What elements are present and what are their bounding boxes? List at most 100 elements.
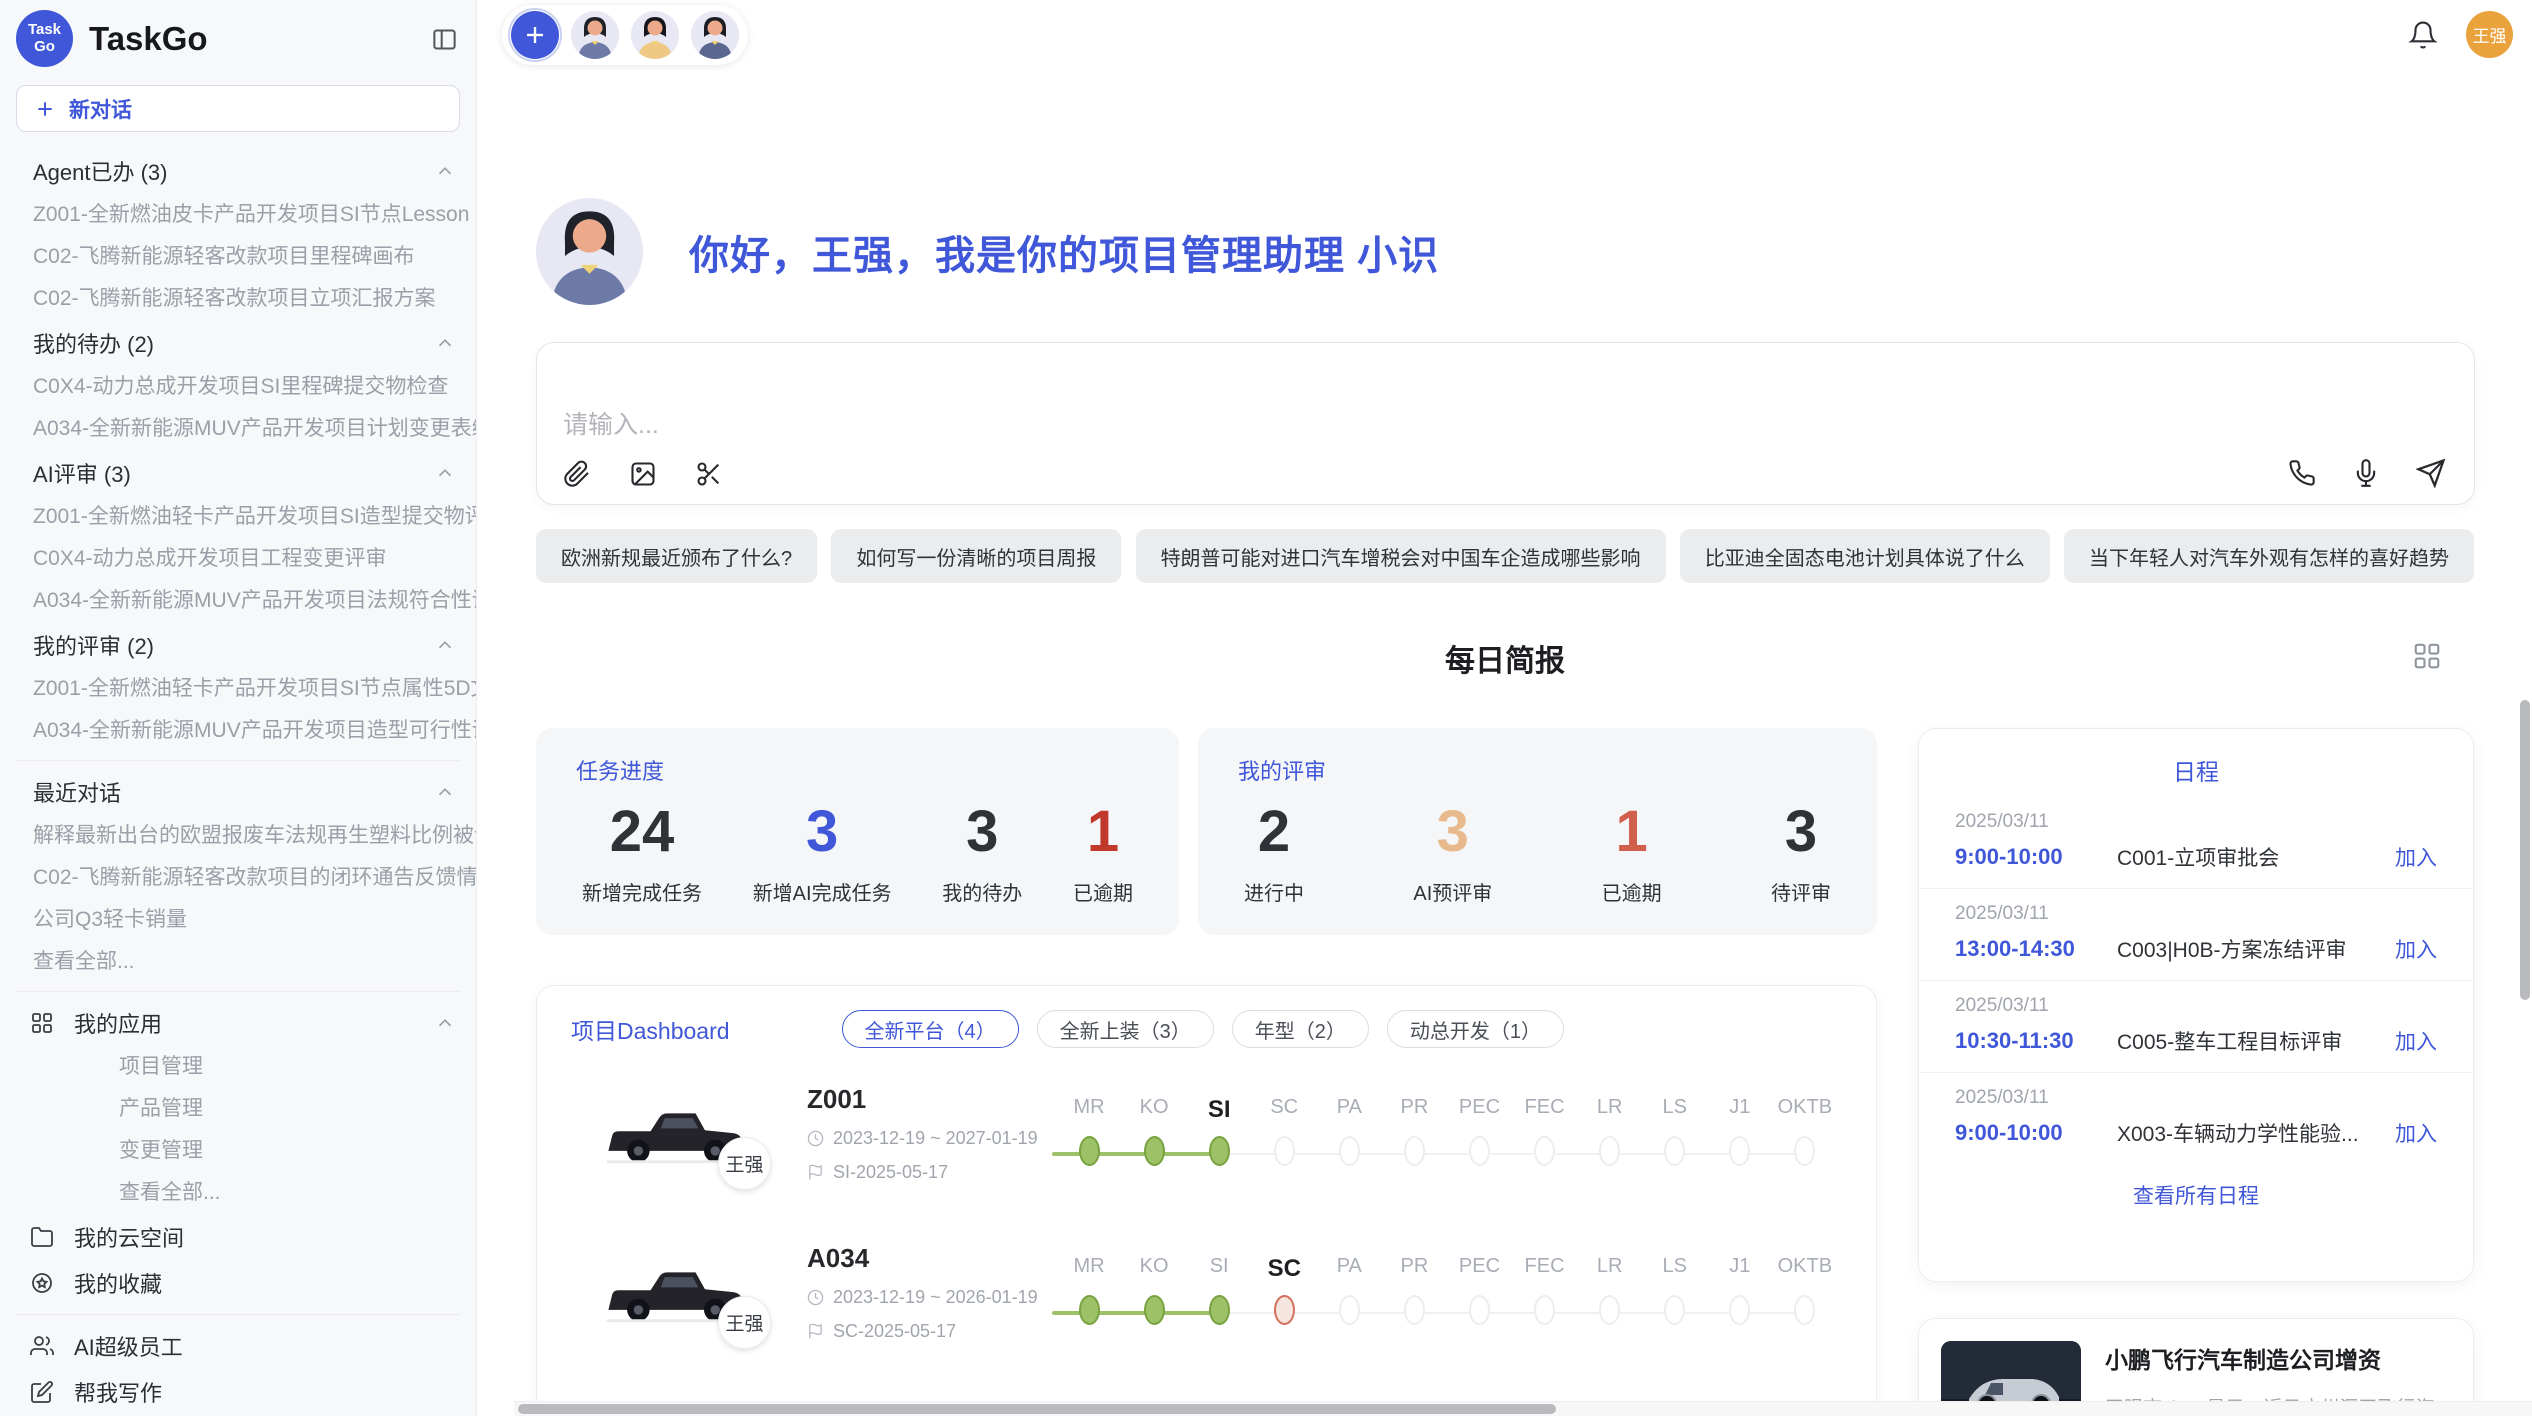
milestone-dot xyxy=(1469,1136,1490,1166)
project-row[interactable]: 王强A0342023-12-19 ~ 2026-01-19SC-2025-05-… xyxy=(537,1213,1876,1372)
sidebar-section-label: AI评审 (3) xyxy=(33,457,131,489)
milestone-label: SI xyxy=(1188,1096,1250,1124)
sidebar-item-write[interactable]: 帮我写作 xyxy=(0,1369,476,1415)
milestone-label: SI xyxy=(1188,1255,1250,1283)
sidebar-item[interactable]: C0X4-动力总成开发项目工程变更评审 xyxy=(0,538,476,580)
suggestion-chip[interactable]: 特朗普可能对进口汽车增税会对中国车企造成哪些影响 xyxy=(1136,529,1666,583)
sidebar-item[interactable]: A034-全新新能源MUV产品开发项目造型可行性评审 xyxy=(0,710,476,752)
join-link[interactable]: 加入 xyxy=(2395,934,2437,964)
sidebar-section-header[interactable]: AI评审 (3) xyxy=(0,450,476,496)
sidebar-item[interactable]: Z001-全新燃油皮卡产品开发项目SI节点Lesson Learn报告 xyxy=(0,194,476,236)
send-icon[interactable] xyxy=(2416,458,2446,488)
sidebar-item-folder[interactable]: 我的云空间 xyxy=(0,1214,476,1260)
add-contact-button[interactable] xyxy=(511,11,559,59)
event-name: X003-车辆动力学性能验... xyxy=(2117,1118,2395,1148)
dashboard-filter-chip[interactable]: 全新上装（3） xyxy=(1037,1010,1214,1048)
suggestion-chip[interactable]: 比亚迪全固态电池计划具体说了什么 xyxy=(1680,529,2050,583)
chevron-up-icon[interactable] xyxy=(434,332,456,354)
stat-label: 进行中 xyxy=(1244,877,1304,906)
sidebar-collapse-icon[interactable] xyxy=(431,26,458,53)
event-time: 13:00-14:30 xyxy=(1955,936,2117,962)
user-avatar[interactable]: 王强 xyxy=(2466,11,2513,58)
sidebar-app-item[interactable]: 查看全部... xyxy=(0,1172,476,1214)
event-date: 2025/03/11 xyxy=(1955,1087,2437,1109)
dashboard-header: 项目Dashboard 全新平台（4）全新上装（3）年型（2）动总开发（1） xyxy=(537,986,1876,1054)
dashboard-filter-chip[interactable]: 全新平台（4） xyxy=(842,1010,1019,1048)
view-all-schedule-link[interactable]: 查看所有日程 xyxy=(1919,1180,2473,1210)
chevron-up-icon[interactable] xyxy=(434,781,456,803)
clock-icon xyxy=(807,1130,824,1147)
scissors-icon[interactable] xyxy=(695,460,723,488)
sidebar-item[interactable]: C0X4-动力总成开发项目SI里程碑提交物检查 xyxy=(0,366,476,408)
write-icon xyxy=(30,1380,54,1404)
sidebar-divider xyxy=(16,991,460,992)
chevron-up-icon[interactable] xyxy=(434,160,456,182)
project-flag-text: SI-2025-05-17 xyxy=(833,1162,948,1183)
vertical-scrollbar-thumb[interactable] xyxy=(2520,700,2530,1000)
dashboard-filter-chip[interactable]: 动总开发（1） xyxy=(1387,1010,1564,1048)
contact-avatar-3[interactable] xyxy=(691,11,739,59)
sidebar-section-header[interactable]: 最近对话 xyxy=(0,769,476,815)
milestone-dot xyxy=(1599,1295,1620,1325)
milestone-dot xyxy=(1794,1136,1815,1166)
sidebar-item[interactable]: 公司Q3轻卡销量 xyxy=(0,899,476,941)
sidebar-item[interactable]: Z001-全新燃油轻卡产品开发项目SI节点属性5D文件评审 xyxy=(0,668,476,710)
new-chat-button[interactable]: 新对话 xyxy=(16,85,460,132)
phone-icon[interactable] xyxy=(2288,459,2316,487)
horizontal-scrollbar-thumb[interactable] xyxy=(518,1404,1556,1414)
brief-layout-icon[interactable] xyxy=(2412,641,2442,671)
suggestion-chip[interactable]: 当下年轻人对汽车外观有怎样的喜好趋势 xyxy=(2064,529,2474,583)
milestone-label: LS xyxy=(1644,1255,1706,1283)
stat-value: 3 xyxy=(942,802,1022,863)
join-link[interactable]: 加入 xyxy=(2395,1026,2437,1056)
project-date-range: 2023-12-19 ~ 2026-01-19 xyxy=(833,1287,1038,1308)
paperclip-icon[interactable] xyxy=(563,460,591,488)
sidebar-item[interactable]: 查看全部... xyxy=(0,941,476,983)
composer-right-tools xyxy=(2288,458,2446,488)
sidebar-item[interactable]: A034-全新新能源MUV产品开发项目计划变更表编写 xyxy=(0,408,476,450)
project-info: Z0012023-12-19 ~ 2027-01-19SI-2025-05-17 xyxy=(807,1084,1049,1183)
milestone-dot xyxy=(1599,1136,1620,1166)
notification-bell-icon[interactable] xyxy=(2408,20,2438,50)
sidebar-section-header[interactable]: 我的评审 (2) xyxy=(0,622,476,668)
join-link[interactable]: 加入 xyxy=(2395,842,2437,872)
sidebar-item-my-apps[interactable]: 我的应用 xyxy=(0,1000,476,1046)
project-row[interactable]: 王强Z0012023-12-19 ~ 2027-01-19SI-2025-05-… xyxy=(537,1054,1876,1213)
chevron-up-icon[interactable] xyxy=(434,1012,456,1034)
sidebar-app-item[interactable]: 项目管理 xyxy=(0,1046,476,1088)
contact-avatar-2[interactable] xyxy=(631,11,679,59)
composer[interactable]: 请输入... xyxy=(536,342,2475,505)
image-icon[interactable] xyxy=(629,460,657,488)
sidebar-item-badge-star[interactable]: 我的收藏 xyxy=(0,1260,476,1306)
sidebar-app-item[interactable]: 产品管理 xyxy=(0,1088,476,1130)
stat-label: 已逾期 xyxy=(1073,877,1133,906)
milestone-dots xyxy=(1058,1295,1836,1331)
sidebar-item[interactable]: A034-全新新能源MUV产品开发项目法规符合性评审 xyxy=(0,580,476,622)
owner-badge: 王强 xyxy=(718,1296,771,1349)
sidebar-app-item[interactable]: 变更管理 xyxy=(0,1130,476,1172)
sidebar-section-header[interactable]: Agent已办 (3) xyxy=(0,148,476,194)
contact-avatar-1[interactable] xyxy=(571,11,619,59)
stat-label: 我的待办 xyxy=(942,877,1022,906)
suggestion-chip[interactable]: 如何写一份清晰的项目周报 xyxy=(831,529,1121,583)
join-link[interactable]: 加入 xyxy=(2395,1118,2437,1148)
milestone-label: PA xyxy=(1318,1096,1380,1124)
project-image: 王强 xyxy=(599,1245,749,1341)
chevron-up-icon[interactable] xyxy=(434,634,456,656)
milestone-label: SC xyxy=(1253,1255,1315,1283)
chevron-up-icon[interactable] xyxy=(434,462,456,484)
sidebar-item-users[interactable]: AI超级员工 xyxy=(0,1323,476,1369)
sidebar-item[interactable]: C02-飞腾新能源轻客改款项目的闭环通告反馈情况 xyxy=(0,857,476,899)
sidebar-item[interactable]: Z001-全新燃油轻卡产品开发项目SI造型提交物评审 xyxy=(0,496,476,538)
quick-contacts-bar xyxy=(502,5,748,65)
mic-icon[interactable] xyxy=(2352,459,2380,487)
sidebar-item[interactable]: C02-飞腾新能源轻客改款项目立项汇报方案 xyxy=(0,278,476,320)
composer-placeholder: 请输入... xyxy=(563,405,659,441)
suggestion-chip[interactable]: 欧洲新规最近颁布了什么? xyxy=(536,529,817,583)
stat-item: 3新增AI完成任务 xyxy=(753,802,892,906)
stat-label: AI预评审 xyxy=(1413,877,1492,906)
sidebar-item[interactable]: 解释最新出台的欧盟报废车法规再生塑料比例被调至15%... xyxy=(0,815,476,857)
sidebar-section-header[interactable]: 我的待办 (2) xyxy=(0,320,476,366)
dashboard-filter-chip[interactable]: 年型（2） xyxy=(1232,1010,1369,1048)
sidebar-item[interactable]: C02-飞腾新能源轻客改款项目里程碑画布 xyxy=(0,236,476,278)
